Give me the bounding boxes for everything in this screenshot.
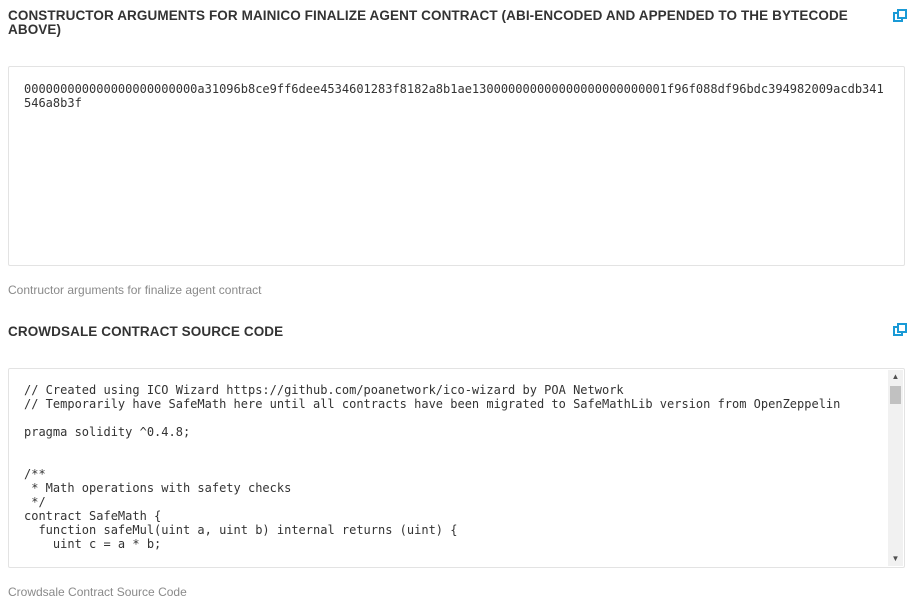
source-code-text: // Created using ICO Wizard https://gith… (24, 383, 841, 551)
constructor-args-value: 000000000000000000000000a31096b8ce9ff6de… (24, 82, 884, 110)
source-code-textarea[interactable]: // Created using ICO Wizard https://gith… (8, 368, 905, 568)
scroll-down-arrow-icon[interactable]: ▼ (888, 552, 903, 566)
scroll-thumb[interactable] (890, 386, 901, 404)
copy-constructor-args-button[interactable] (893, 9, 907, 23)
scroll-up-arrow-icon[interactable]: ▲ (888, 370, 903, 384)
copy-source-code-button[interactable] (893, 323, 907, 337)
source-code-title: CROWDSALE CONTRACT SOURCE CODE (8, 324, 284, 339)
copy-icon (893, 9, 907, 22)
constructor-args-textarea[interactable]: 000000000000000000000000a31096b8ce9ff6de… (8, 66, 905, 266)
constructor-args-title: CONSTRUCTOR ARGUMENTS FOR MAINICO FINALI… (8, 8, 848, 37)
copy-icon (893, 323, 907, 336)
source-code-scrollbar[interactable]: ▲ ▼ (888, 370, 903, 566)
source-code-hint: Crowdsale Contract Source Code (8, 585, 187, 599)
constructor-args-hint: Contructor arguments for finalize agent … (8, 283, 262, 297)
